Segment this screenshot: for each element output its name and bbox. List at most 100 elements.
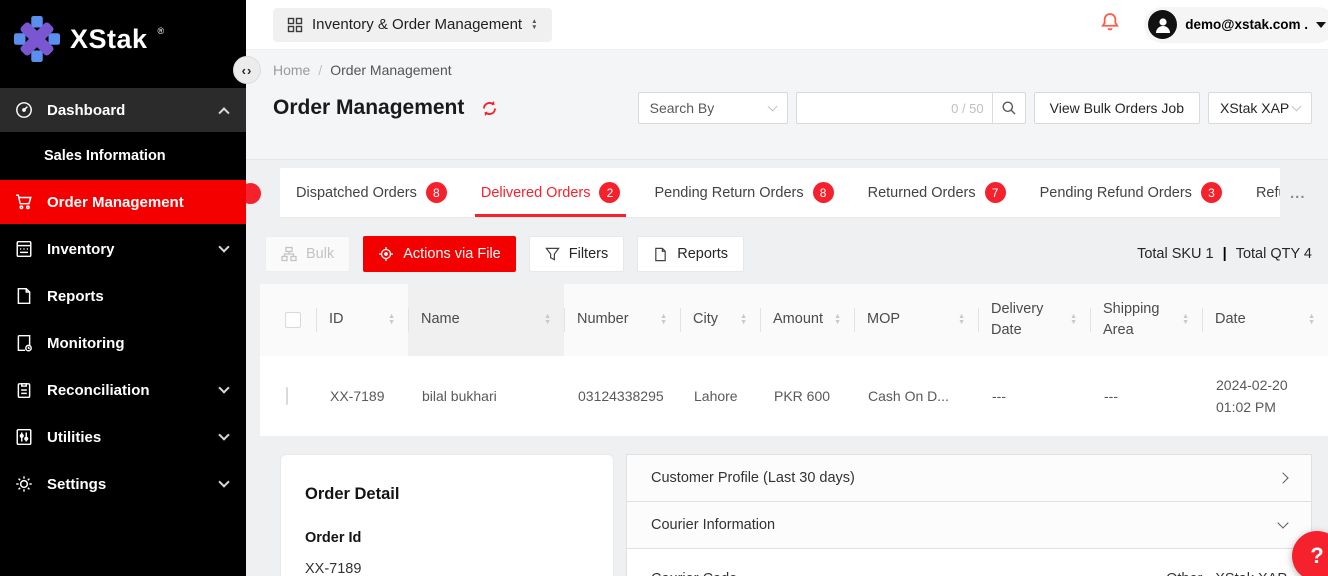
sidebar-item-dashboard[interactable]: Dashboard — [0, 88, 246, 132]
search-icon — [1001, 100, 1017, 116]
gear-icon — [14, 475, 34, 493]
sidebar-item-order-management[interactable]: Order Management — [0, 180, 246, 224]
monitoring-doc-icon — [14, 334, 34, 352]
more-tabs-button[interactable]: ... — [1290, 185, 1306, 202]
order-detail-heading: Order Detail — [305, 485, 589, 504]
refresh-icon[interactable] — [480, 99, 499, 118]
reports-button[interactable]: Reports — [637, 236, 744, 272]
select-all-checkbox[interactable] — [285, 312, 301, 328]
tab-count-badge: 3 — [1201, 182, 1222, 203]
sort-icon[interactable]: ▲▼ — [544, 314, 551, 326]
page-title: Order Management — [273, 96, 464, 120]
sidebar-item-settings[interactable]: Settings — [0, 462, 246, 506]
sort-icon[interactable]: ▲▼ — [1070, 314, 1077, 326]
orders-table: ID ▲▼ Name ▲▼ Number ▲▼ City ▲▼ Amount — [260, 284, 1328, 437]
main-area: Inventory & Order Management ▲▼ demo@xst… — [246, 0, 1328, 576]
cell-number: 03124338295 — [564, 385, 680, 407]
column-header-mop[interactable]: MOP ▲▼ — [854, 284, 978, 356]
column-header-amount[interactable]: Amount ▲▼ — [760, 284, 854, 356]
view-bulk-orders-job-button[interactable]: View Bulk Orders Job — [1034, 92, 1200, 124]
cell-amount: PKR 600 — [760, 385, 854, 407]
tab-count-badge: 8 — [426, 182, 447, 203]
topbar: Inventory & Order Management ▲▼ demo@xst… — [246, 0, 1328, 50]
panel-customer-profile[interactable]: Customer Profile (Last 30 days) — [627, 455, 1311, 502]
sidebar-nav: Dashboard Sales Information Order Manage… — [0, 88, 246, 506]
column-header-name[interactable]: Name ▲▼ — [408, 284, 564, 356]
chevron-down-icon — [218, 382, 229, 393]
logo-registered-mark: ® — [158, 16, 165, 46]
xstak-logo-icon — [14, 16, 60, 62]
sort-icon[interactable]: ▲▼ — [1182, 314, 1189, 326]
panel-courier-information[interactable]: Courier Information — [627, 502, 1311, 549]
caret-down-icon — [1316, 22, 1326, 28]
sidebar-item-monitoring[interactable]: Monitoring — [0, 321, 246, 365]
table-header: ID ▲▼ Name ▲▼ Number ▲▼ City ▲▼ Amount — [260, 284, 1328, 356]
tab-returned-orders[interactable]: Returned Orders 7 — [862, 168, 1012, 217]
cart-icon — [14, 193, 34, 211]
courier-code-label: Courier Code — [651, 571, 737, 576]
sidebar-item-utilities[interactable]: Utilities — [0, 415, 246, 459]
bulk-button[interactable]: Bulk — [265, 236, 350, 272]
inventory-icon — [14, 240, 34, 258]
app-switcher-button[interactable]: Inventory & Order Management ▲▼ — [273, 8, 552, 42]
sidebar-item-inventory[interactable]: Inventory — [0, 227, 246, 271]
order-status-tabs: Dispatched Orders 8 Delivered Orders 2 P… — [280, 168, 1280, 218]
tab-pending-return-orders[interactable]: Pending Return Orders 8 — [648, 168, 839, 217]
table-row[interactable]: XX-7189 bilal bukhari 03124338295 Lahore… — [260, 356, 1328, 437]
sidebar-item-reports[interactable]: Reports — [0, 274, 246, 318]
filter-funnel-icon — [545, 247, 560, 262]
column-header-delivery-date[interactable]: Delivery Date ▲▼ — [978, 284, 1090, 356]
column-header-date[interactable]: Date ▲▼ — [1202, 284, 1328, 356]
cell-order-id[interactable]: XX-7189 — [316, 385, 408, 407]
column-header-shipping-area[interactable]: Shipping Area ▲▼ — [1090, 284, 1202, 356]
topbar-right: demo@xstak.com . — [1100, 7, 1328, 43]
filters-button[interactable]: Filters — [529, 236, 624, 272]
tab-dispatched-orders[interactable]: Dispatched Orders 8 — [290, 168, 453, 217]
target-icon — [378, 246, 394, 262]
sidebar-item-reconciliation[interactable]: Reconciliation — [0, 368, 246, 412]
clipboard-icon — [14, 381, 34, 399]
page-header: Home / Order Management Order Management… — [246, 50, 1328, 160]
row-checkbox[interactable] — [286, 387, 288, 405]
chevron-down-icon — [218, 476, 229, 487]
sidebar-item-sales-information[interactable]: Sales Information — [0, 135, 246, 177]
chevron-down-icon — [1292, 102, 1302, 112]
sort-icon[interactable]: ▲▼ — [660, 314, 667, 326]
search-input[interactable] — [805, 100, 951, 116]
order-id-value: XX-7189 — [305, 561, 589, 576]
sort-icon[interactable]: ▲▼ — [1308, 314, 1315, 326]
tab-count-badge: 8 — [813, 182, 834, 203]
sort-icon[interactable]: ▲▼ — [740, 314, 747, 326]
xstak-logo[interactable]: XStak ® — [0, 0, 246, 62]
user-menu[interactable]: demo@xstak.com . — [1144, 7, 1328, 43]
totals-summary: Total SKU 1|Total QTY 4 — [1137, 246, 1312, 262]
courier-information-content: Courier Code Other - XStak XAP — [627, 549, 1311, 576]
sidebar-collapse-toggle[interactable]: ‹› — [233, 56, 261, 84]
column-header-city[interactable]: City ▲▼ — [680, 284, 760, 356]
detail-area: Order Detail Order Id XX-7189 Customer P… — [280, 454, 1312, 576]
search-by-select[interactable]: Search By — [638, 92, 788, 124]
chevron-down-icon — [767, 102, 777, 112]
avatar — [1148, 10, 1177, 39]
cell-name: bilal bukhari — [408, 385, 564, 407]
column-header-id[interactable]: ID ▲▼ — [316, 284, 408, 356]
sort-icon[interactable]: ▲▼ — [388, 314, 395, 326]
user-email: demo@xstak.com . — [1185, 17, 1308, 32]
sort-icon[interactable]: ▲▼ — [834, 314, 841, 326]
breadcrumb: Home / Order Management — [273, 62, 1312, 78]
breadcrumb-home[interactable]: Home — [273, 62, 310, 78]
actions-row: Bulk Actions via File Filters Report — [265, 236, 1312, 272]
search-button[interactable] — [992, 92, 1026, 124]
cell-mop: Cash On D... — [854, 385, 978, 407]
column-header-number[interactable]: Number ▲▼ — [564, 284, 680, 356]
tab-refunded-orders[interactable]: Refunded Orders 4 — [1250, 168, 1280, 217]
actions-via-file-button[interactable]: Actions via File — [363, 236, 516, 272]
tabs-row: Dispatched Orders 8 Delivered Orders 2 P… — [280, 168, 1312, 218]
tab-count-badge: 2 — [599, 182, 620, 203]
channel-select[interactable]: XStak XAP — [1208, 92, 1312, 124]
sort-icon[interactable]: ▲▼ — [958, 314, 965, 326]
notification-bell-icon[interactable] — [1100, 12, 1120, 37]
sliders-icon — [14, 428, 34, 446]
tab-pending-refund-orders[interactable]: Pending Refund Orders 3 — [1034, 168, 1228, 217]
tab-delivered-orders[interactable]: Delivered Orders 2 — [475, 168, 627, 217]
